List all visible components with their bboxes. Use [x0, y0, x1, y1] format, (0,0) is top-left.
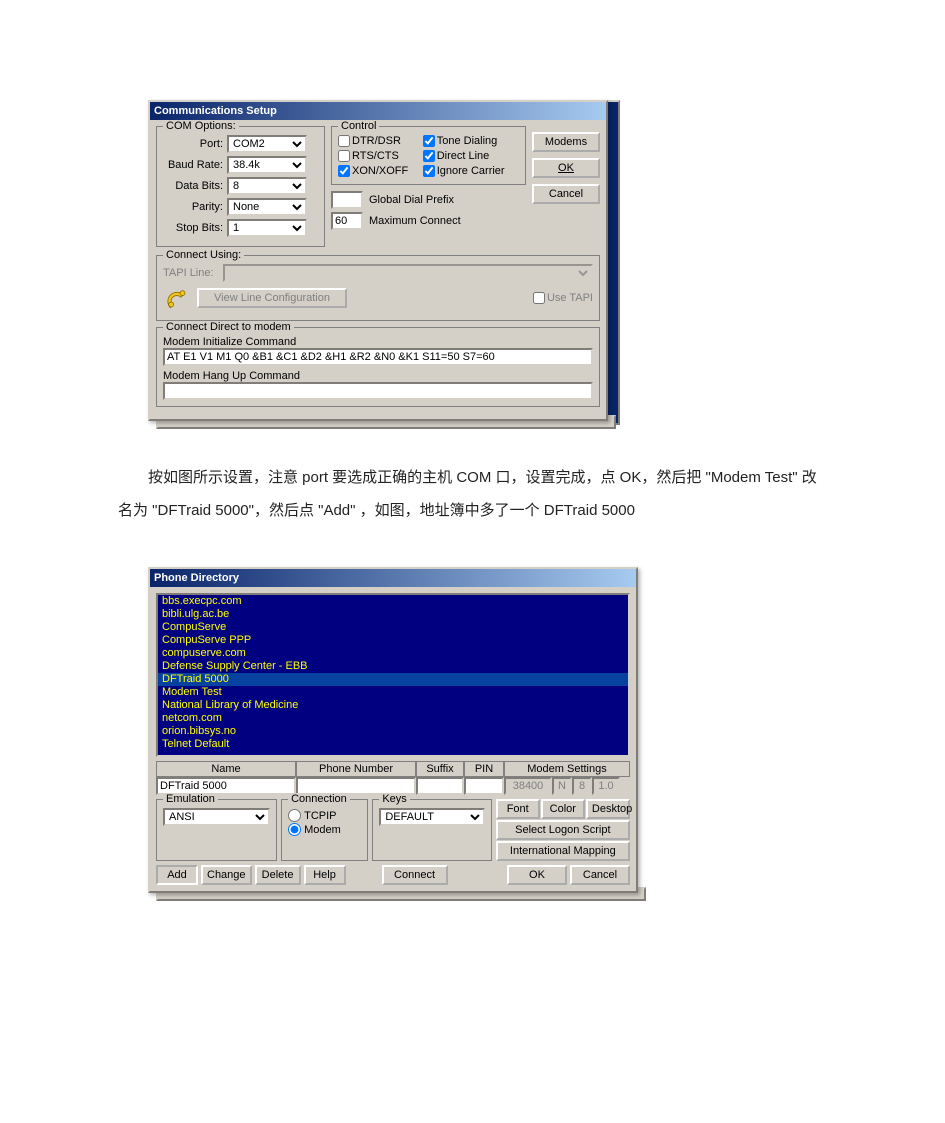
list-item[interactable]: bbs.execpc.com	[158, 595, 628, 608]
rts-checkbox[interactable]	[338, 150, 350, 162]
list-item[interactable]: National Library of Medicine	[158, 699, 628, 712]
mapping-button[interactable]: International Mapping	[496, 841, 630, 861]
connection-group: Connection TCPIP Modem	[281, 799, 368, 861]
dtr-checkbox[interactable]	[338, 135, 350, 147]
baud-select[interactable]: 38.4k	[227, 156, 307, 174]
cancel-button-phone[interactable]: Cancel	[570, 865, 630, 885]
phone-icon	[163, 285, 189, 311]
keys-group: Keys DEFAULT	[372, 799, 491, 861]
col-modemset: Modem Settings	[504, 761, 630, 777]
ok-button[interactable]: OK	[532, 158, 600, 178]
col-name: Name	[156, 761, 296, 777]
list-item[interactable]: Telnet Default	[158, 738, 628, 751]
list-item[interactable]: orion.bibsys.no	[158, 725, 628, 738]
phone-directory-dialog: Phone Directory bbs.execpc.combibli.ulg.…	[148, 567, 638, 893]
tcpip-radio[interactable]	[288, 809, 301, 822]
databits-label: Data Bits:	[163, 180, 223, 192]
change-button[interactable]: Change	[201, 865, 252, 885]
direct-checkbox[interactable]	[423, 150, 435, 162]
color-button[interactable]: Color	[541, 799, 585, 819]
font-button[interactable]: Font	[496, 799, 540, 819]
directory-listbox[interactable]: bbs.execpc.combibli.ulg.ac.beCompuServeC…	[156, 593, 630, 757]
list-item[interactable]: compuserve.com	[158, 647, 628, 660]
list-item[interactable]: bibli.ulg.ac.be	[158, 608, 628, 621]
parity-select[interactable]: None	[227, 198, 307, 216]
ro-parity: N	[552, 777, 572, 795]
list-item[interactable]: Defense Supply Center - EBB	[158, 660, 628, 673]
modem-radio[interactable]	[288, 823, 301, 836]
col-phone: Phone Number	[296, 761, 416, 777]
ro-stopbits: 1.0	[592, 777, 620, 795]
view-line-button: View Line Configuration	[197, 288, 347, 308]
col-pin: PIN	[464, 761, 504, 777]
add-button[interactable]: Add	[156, 865, 198, 885]
list-item[interactable]: Modem Test	[158, 686, 628, 699]
xon-checkbox[interactable]	[338, 165, 350, 177]
suffix-input[interactable]	[416, 777, 464, 795]
emulation-select[interactable]: ANSI	[163, 808, 270, 826]
connect-using-group: Connect Using: TAPI Line: View Line Conf…	[156, 255, 600, 321]
emulation-group: Emulation ANSI	[156, 799, 277, 861]
list-item[interactable]: netcom.com	[158, 712, 628, 725]
tapi-select	[223, 264, 593, 282]
port-select[interactable]: COM2	[227, 135, 307, 153]
phone-title: Phone Directory	[150, 569, 636, 587]
instruction-paragraph: 按如图所示设置，注意 port 要选成正确的主机 COM 口，设置完成，点 OK…	[118, 461, 827, 527]
help-button[interactable]: Help	[304, 865, 346, 885]
list-item[interactable]: CompuServe	[158, 621, 628, 634]
hangup-input[interactable]	[163, 382, 593, 400]
direct-modem-group: Connect Direct to modem Modem Initialize…	[156, 327, 600, 407]
use-tapi-checkbox[interactable]	[533, 292, 545, 304]
list-item[interactable]: DFTraid 5000	[158, 673, 628, 686]
modems-button[interactable]: Modems	[532, 132, 600, 152]
baud-label: Baud Rate:	[163, 159, 223, 171]
tone-checkbox[interactable]	[423, 135, 435, 147]
ro-databits: 8	[572, 777, 592, 795]
desktop-button[interactable]: Desktop	[586, 799, 630, 819]
ro-baud: 38400	[504, 777, 552, 795]
delete-button[interactable]: Delete	[255, 865, 301, 885]
parity-label: Parity:	[163, 201, 223, 213]
connect-button[interactable]: Connect	[382, 865, 448, 885]
comm-setup-dialog: Communications Setup COM Options: Port: …	[148, 100, 608, 421]
com-options-group: COM Options: Port: COM2 Baud Rate: 38.4k…	[156, 126, 325, 247]
script-button[interactable]: Select Logon Script	[496, 820, 630, 840]
prefix-input[interactable]	[331, 191, 363, 209]
list-item[interactable]: CompuServe PPP	[158, 634, 628, 647]
cancel-button[interactable]: Cancel	[532, 184, 600, 204]
databits-select[interactable]: 8	[227, 177, 307, 195]
ok-button-phone[interactable]: OK	[507, 865, 567, 885]
port-label: Port:	[163, 138, 223, 150]
maxconn-input[interactable]	[331, 212, 363, 230]
col-suffix: Suffix	[416, 761, 464, 777]
control-group: Control DTR/DSR RTS/CTS XON/XOFF Tone Di…	[331, 126, 526, 185]
init-input[interactable]	[163, 348, 593, 366]
stopbits-select[interactable]: 1	[227, 219, 307, 237]
keys-select[interactable]: DEFAULT	[379, 808, 484, 826]
comm-title: Communications Setup	[150, 102, 606, 120]
pin-input[interactable]	[464, 777, 504, 795]
stopbits-label: Stop Bits:	[163, 222, 223, 234]
ignore-checkbox[interactable]	[423, 165, 435, 177]
